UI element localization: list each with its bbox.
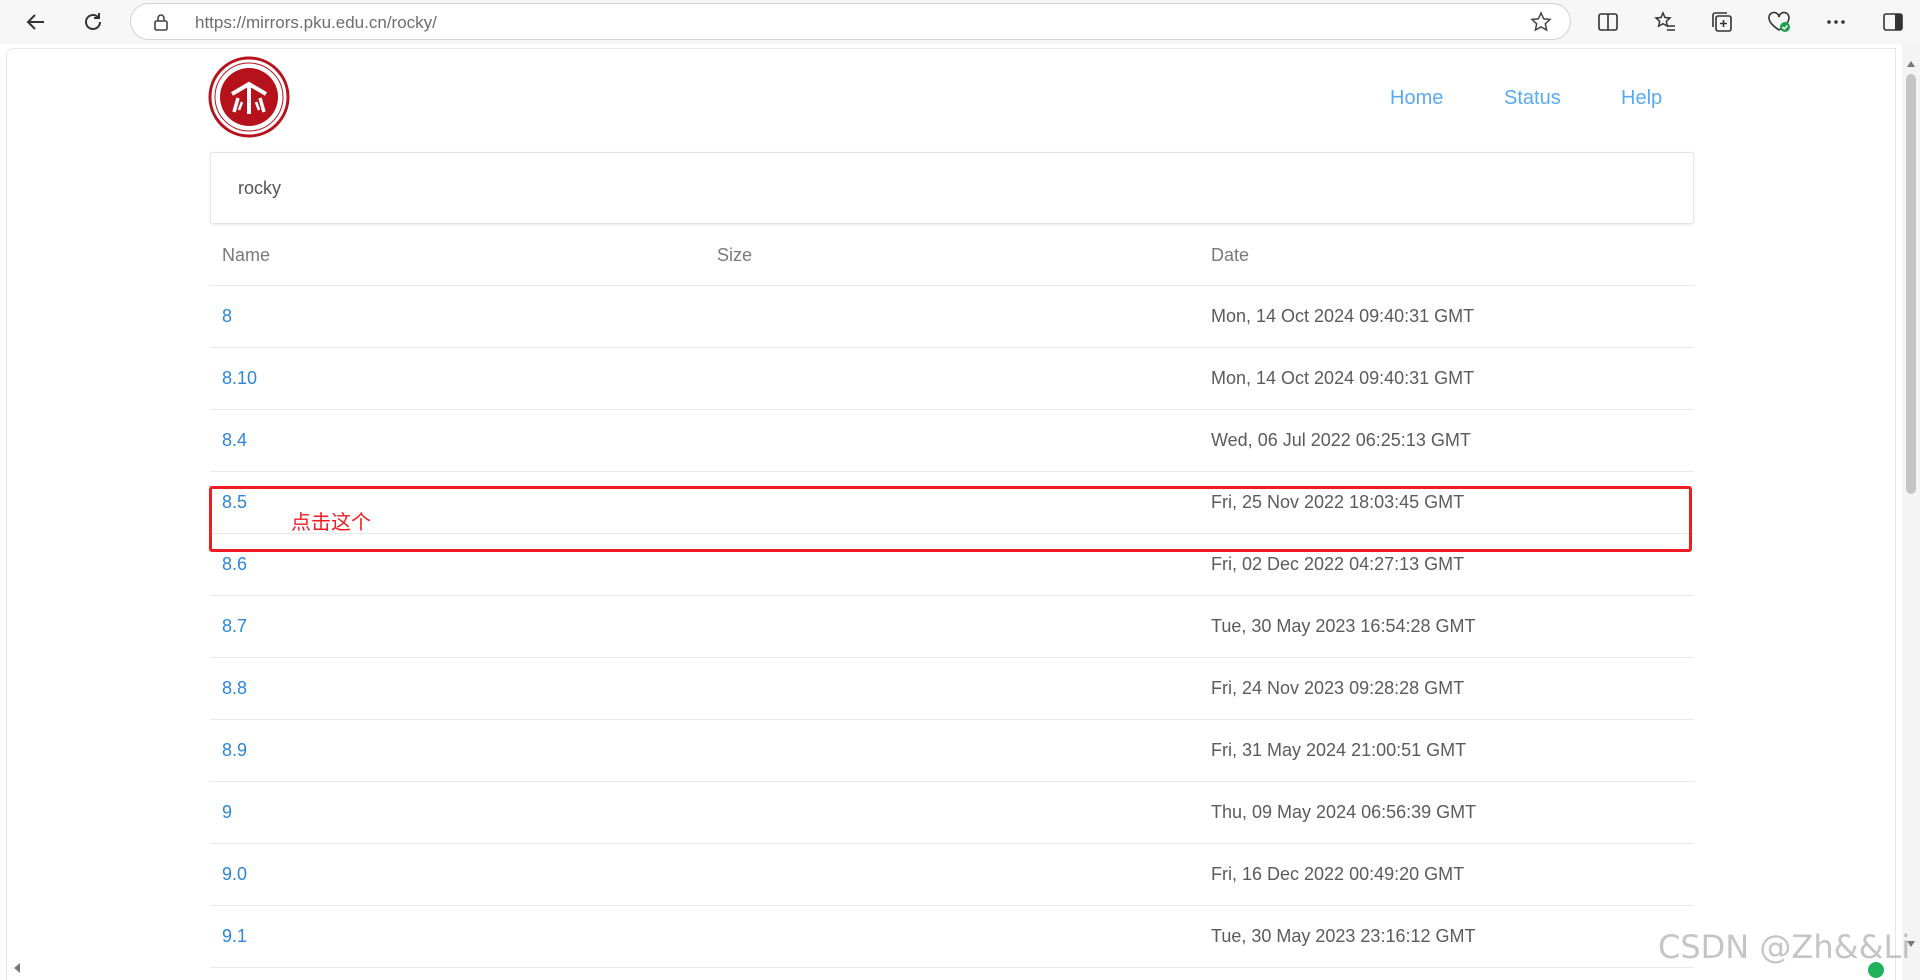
breadcrumb: rocky xyxy=(210,152,1694,224)
date-cell: Wed, 06 Jul 2022 06:25:13 GMT xyxy=(1211,430,1471,450)
scroll-up-icon[interactable] xyxy=(1907,54,1915,72)
dir-link[interactable]: 8.10 xyxy=(222,368,257,389)
browser-essentials-icon[interactable] xyxy=(1765,8,1793,36)
nav-status-link[interactable]: Status xyxy=(1504,87,1561,110)
date-cell: Tue, 30 May 2023 23:16:12 GMT xyxy=(1211,926,1476,946)
sidebar-icon[interactable] xyxy=(1879,8,1907,36)
table-row: 9.0 Fri, 16 Dec 2022 00:49:20 GMT xyxy=(210,844,1694,906)
dir-link[interactable]: 9.1 xyxy=(222,926,247,947)
date-cell: Mon, 14 Oct 2024 09:40:31 GMT xyxy=(1211,306,1475,326)
watermark: CSDN @Zh&&Li xyxy=(1658,928,1911,966)
status-badge-icon xyxy=(1868,962,1884,978)
pku-logo[interactable] xyxy=(208,56,290,138)
scrollbar-thumb[interactable] xyxy=(1906,74,1916,494)
dir-link[interactable]: 9 xyxy=(222,802,232,823)
url-host: https://mirrors.pku.edu.cn xyxy=(195,13,387,32)
collections-icon[interactable] xyxy=(1708,8,1736,36)
favorites-icon[interactable] xyxy=(1651,8,1679,36)
table-row: 8.5 Fri, 25 Nov 2022 18:03:45 GMT xyxy=(210,472,1694,534)
star-icon[interactable] xyxy=(1530,11,1552,38)
header-date[interactable]: Date xyxy=(1211,245,1249,266)
table-row: 8.4 Wed, 06 Jul 2022 06:25:13 GMT xyxy=(210,410,1694,472)
url-path: /rocky/ xyxy=(386,13,437,32)
vertical-scrollbar[interactable] xyxy=(1902,44,1920,980)
table-row: 8.7 Tue, 30 May 2023 16:54:28 GMT xyxy=(210,596,1694,658)
header-size[interactable]: Size xyxy=(717,245,752,266)
address-bar[interactable]: https://mirrors.pku.edu.cn/rocky/ xyxy=(130,3,1571,40)
dir-link[interactable]: 8 xyxy=(222,306,232,327)
table-header: Name Size Date xyxy=(210,225,1694,286)
more-icon[interactable] xyxy=(1822,8,1850,36)
dir-link[interactable]: 8.5 xyxy=(222,492,247,513)
date-cell: Fri, 25 Nov 2022 18:03:45 GMT xyxy=(1211,492,1465,512)
annotation-label: 点击这个 xyxy=(291,510,371,534)
split-screen-icon[interactable] xyxy=(1594,8,1622,36)
file-listing-table: Name Size Date 8 Mon, 14 Oct 2024 09:40:… xyxy=(210,225,1694,968)
breadcrumb-path: rocky xyxy=(238,178,282,198)
date-cell: Thu, 09 May 2024 06:56:39 GMT xyxy=(1211,802,1477,822)
table-row: 9 Thu, 09 May 2024 06:56:39 GMT xyxy=(210,782,1694,844)
dir-link[interactable]: 8.8 xyxy=(222,678,247,699)
table-row: 8.9 Fri, 31 May 2024 21:00:51 GMT xyxy=(210,720,1694,782)
table-row: 8.6 Fri, 02 Dec 2022 04:27:13 GMT xyxy=(210,534,1694,596)
date-cell: Fri, 24 Nov 2023 09:28:28 GMT xyxy=(1211,678,1465,698)
dir-link[interactable]: 8.4 xyxy=(222,430,247,451)
dir-link[interactable]: 8.7 xyxy=(222,616,247,637)
nav-help-link[interactable]: Help xyxy=(1621,87,1662,110)
header-name[interactable]: Name xyxy=(222,245,270,266)
dir-link[interactable]: 9.0 xyxy=(222,864,247,885)
browser-toolbar: https://mirrors.pku.edu.cn/rocky/ xyxy=(0,0,1920,44)
table-row: 8.10 Mon, 14 Oct 2024 09:40:31 GMT xyxy=(210,348,1694,410)
back-icon[interactable] xyxy=(22,8,50,36)
table-row: 8.8 Fri, 24 Nov 2023 09:28:28 GMT xyxy=(210,658,1694,720)
url-text: https://mirrors.pku.edu.cn/rocky/ xyxy=(195,13,437,33)
nav-home-link[interactable]: Home xyxy=(1390,87,1443,110)
lock-icon[interactable] xyxy=(153,13,169,36)
date-cell: Fri, 02 Dec 2022 04:27:13 GMT xyxy=(1211,554,1465,574)
date-cell: Mon, 14 Oct 2024 09:40:31 GMT xyxy=(1211,368,1475,388)
dir-link[interactable]: 8.9 xyxy=(222,740,247,761)
page-viewport: Home Status Help rocky Name Size Date 8 … xyxy=(6,48,1896,980)
scroll-left-icon[interactable] xyxy=(14,960,20,978)
date-cell: Fri, 31 May 2024 21:00:51 GMT xyxy=(1211,740,1467,760)
table-row: 8 Mon, 14 Oct 2024 09:40:31 GMT xyxy=(210,286,1694,348)
table-row: 9.1 Tue, 30 May 2023 23:16:12 GMT xyxy=(210,906,1694,968)
date-cell: Tue, 30 May 2023 16:54:28 GMT xyxy=(1211,616,1476,636)
dir-link[interactable]: 8.6 xyxy=(222,554,247,575)
refresh-icon[interactable] xyxy=(79,8,107,36)
date-cell: Fri, 16 Dec 2022 00:49:20 GMT xyxy=(1211,864,1465,884)
